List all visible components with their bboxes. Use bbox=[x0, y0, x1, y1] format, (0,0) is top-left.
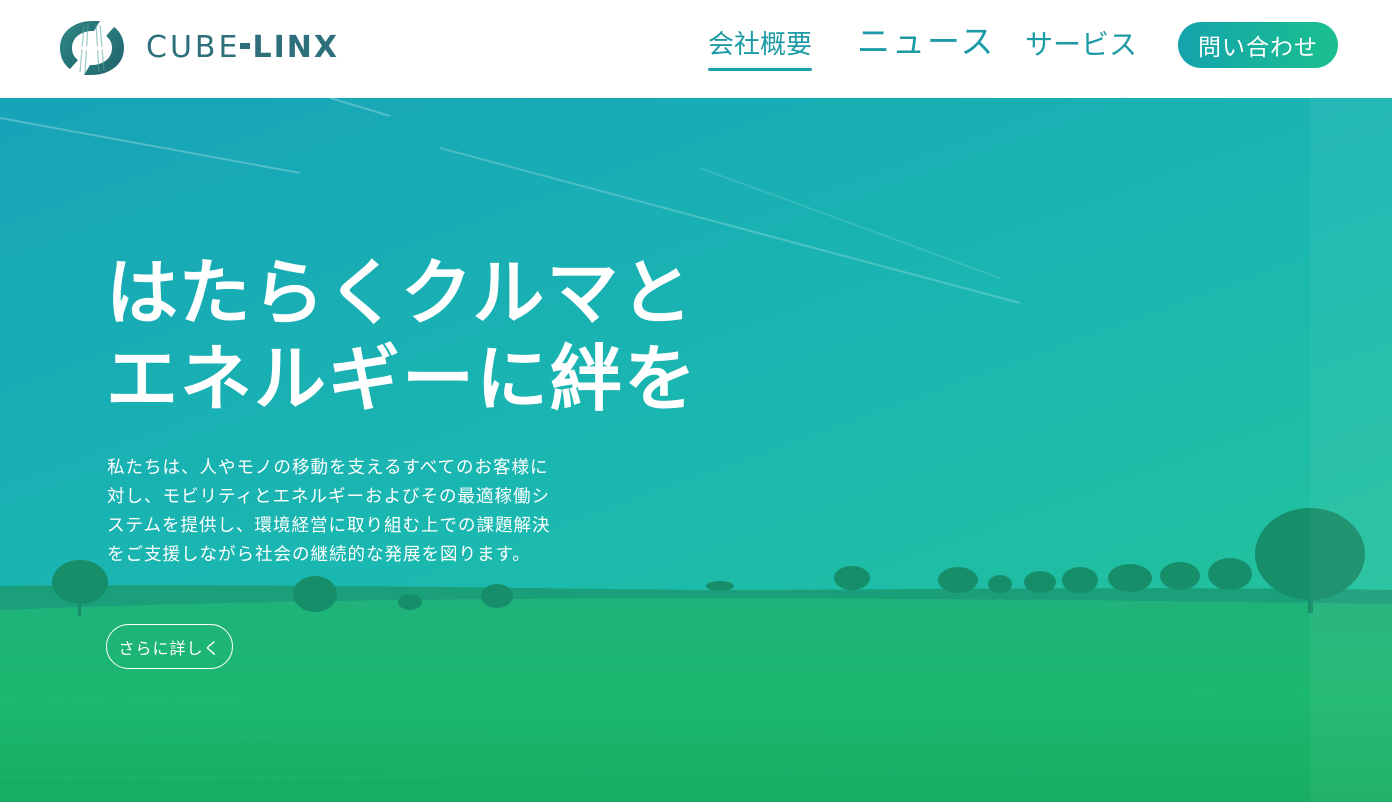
site-header: CUBE LINX 会社概要 ニュース サービス 問い合わせ bbox=[0, 0, 1392, 98]
contact-button[interactable]: 問い合わせ bbox=[1178, 22, 1338, 68]
hero-edge-overlay bbox=[1310, 98, 1392, 802]
nav-link-services[interactable]: サービス bbox=[1025, 26, 1137, 64]
hero-section: はたらくクルマと エネルギーに絆を 私たちは、人やモノの移動を支えるすべてのお客… bbox=[0, 98, 1392, 802]
hero-description: 私たちは、人やモノの移動を支えるすべてのお客様に対し、モビリティとエネルギーおよ… bbox=[107, 458, 551, 565]
nav-link-news[interactable]: ニュース bbox=[857, 23, 995, 61]
nav-link-company[interactable]: 会社概要 bbox=[708, 26, 813, 71]
hero-headline: はたらくクルマと エネルギーに絆を bbox=[106, 250, 698, 422]
hero-landscape-image bbox=[0, 98, 1392, 802]
hero-headline-line2: エネルギーに絆を bbox=[106, 337, 699, 421]
main-nav: 会社概要 ニュース サービス 問い合わせ bbox=[0, 0, 1392, 98]
learn-more-button[interactable]: さらに詳しく bbox=[106, 624, 233, 669]
hero-headline-line1: はたらくクルマと bbox=[106, 251, 695, 335]
